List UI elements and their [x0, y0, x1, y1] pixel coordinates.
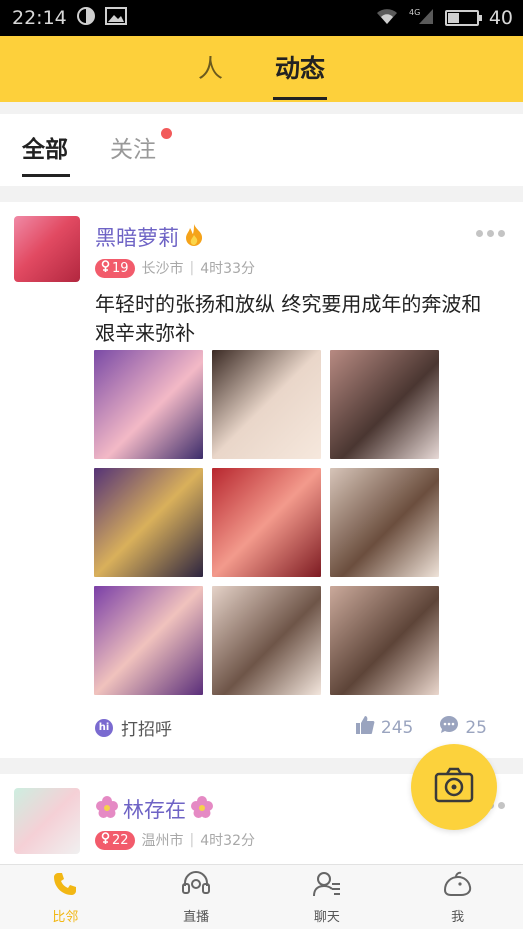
post-meta: 22 温州市 | 4时32分: [95, 830, 255, 850]
post-photo[interactable]: [94, 350, 203, 459]
notification-dot: [161, 128, 172, 139]
post-card: 黑暗萝莉 19 长沙市 | 4时33分 年轻时的张扬和放纵 终究要用成年的奔波和…: [0, 202, 523, 758]
post-photo[interactable]: [330, 586, 439, 695]
post-photo[interactable]: [330, 350, 439, 459]
comment-bubble-icon: [439, 715, 459, 740]
subtab-all[interactable]: 全部: [22, 130, 70, 177]
chat-person-icon: [312, 870, 342, 902]
nav-item-chat[interactable]: 聊天: [262, 865, 393, 929]
camera-icon: [434, 767, 474, 807]
tab-people[interactable]: 人: [198, 36, 223, 102]
comment-button[interactable]: 25: [439, 715, 487, 740]
comment-count: 25: [465, 717, 487, 738]
status-time: 22:14: [12, 7, 67, 29]
city-text: 温州市: [141, 833, 184, 849]
post-stats: 245 25: [355, 715, 487, 740]
like-button[interactable]: 245: [355, 715, 413, 740]
camera-button[interactable]: [411, 744, 497, 830]
age-text: 22: [112, 832, 129, 848]
post-photo[interactable]: [94, 586, 203, 695]
time-ago-text: 4时33分: [200, 261, 255, 277]
post-text: 年轻时的张扬和放纵 终究要用成年的奔波和艰辛来弥补: [95, 292, 482, 345]
post-photo[interactable]: [94, 468, 203, 577]
nav-label: 比邻: [52, 909, 79, 925]
phone-icon: [51, 870, 79, 902]
age-badge: 19: [95, 258, 135, 278]
status-bar: 22:14 4G 40: [0, 0, 523, 36]
username[interactable]: 黑暗萝莉: [95, 222, 205, 252]
photo-grid: [94, 350, 440, 695]
avatar[interactable]: [14, 216, 80, 282]
nav-item-neighbors[interactable]: 比邻: [0, 865, 131, 929]
nav-label: 聊天: [313, 909, 340, 925]
image-icon: [104, 6, 127, 30]
signal-label: 4G: [409, 8, 420, 17]
age-badge: 22: [95, 830, 135, 850]
time-ago-text: 4时32分: [200, 833, 255, 849]
username-text: 林存在: [123, 798, 186, 822]
more-options-icon[interactable]: [476, 230, 505, 237]
post-photo[interactable]: [212, 350, 321, 459]
hi-icon: hi: [95, 718, 113, 737]
flower-icon: [95, 795, 119, 824]
avatar[interactable]: [14, 788, 80, 854]
post-meta: 19 长沙市 | 4时33分: [95, 258, 255, 278]
age-text: 19: [112, 260, 129, 276]
greet-button[interactable]: hi 打招呼: [95, 715, 172, 740]
like-count: 245: [380, 717, 414, 738]
female-icon: [101, 259, 110, 277]
city-text: 长沙市: [141, 261, 184, 277]
greet-label: 打招呼: [121, 720, 172, 740]
sub-tabs: 全部 关注: [0, 114, 523, 186]
battery-text: 40: [488, 7, 513, 29]
top-nav: 人 动态: [0, 36, 523, 102]
subtab-follow[interactable]: 关注: [110, 130, 156, 164]
username-text: 黑暗萝莉: [95, 226, 179, 250]
battery-icon: [444, 10, 482, 26]
meta-separator: |: [189, 260, 195, 276]
tab-moments[interactable]: 动态: [272, 36, 328, 102]
fire-icon: [183, 223, 205, 252]
nav-label: 我: [451, 909, 465, 925]
bottom-nav: 比邻 直播 聊天 我: [0, 864, 523, 929]
nav-item-live[interactable]: 直播: [131, 865, 262, 929]
bird-icon: [442, 870, 474, 902]
post-photo[interactable]: [212, 586, 321, 695]
post-photo[interactable]: [330, 468, 439, 577]
post-photo[interactable]: [212, 468, 321, 577]
female-icon: [101, 831, 110, 849]
nav-label: 直播: [183, 909, 210, 925]
nav-item-me[interactable]: 我: [392, 865, 523, 929]
meta-separator: |: [189, 832, 195, 848]
wifi-icon: [375, 7, 399, 30]
thumbs-up-icon: [355, 715, 375, 740]
username[interactable]: 林存在: [95, 794, 214, 824]
headset-icon: [181, 870, 211, 902]
signal-icon: 4G: [409, 7, 435, 30]
flower-icon: [190, 795, 214, 824]
half-moon-icon: [76, 6, 95, 30]
